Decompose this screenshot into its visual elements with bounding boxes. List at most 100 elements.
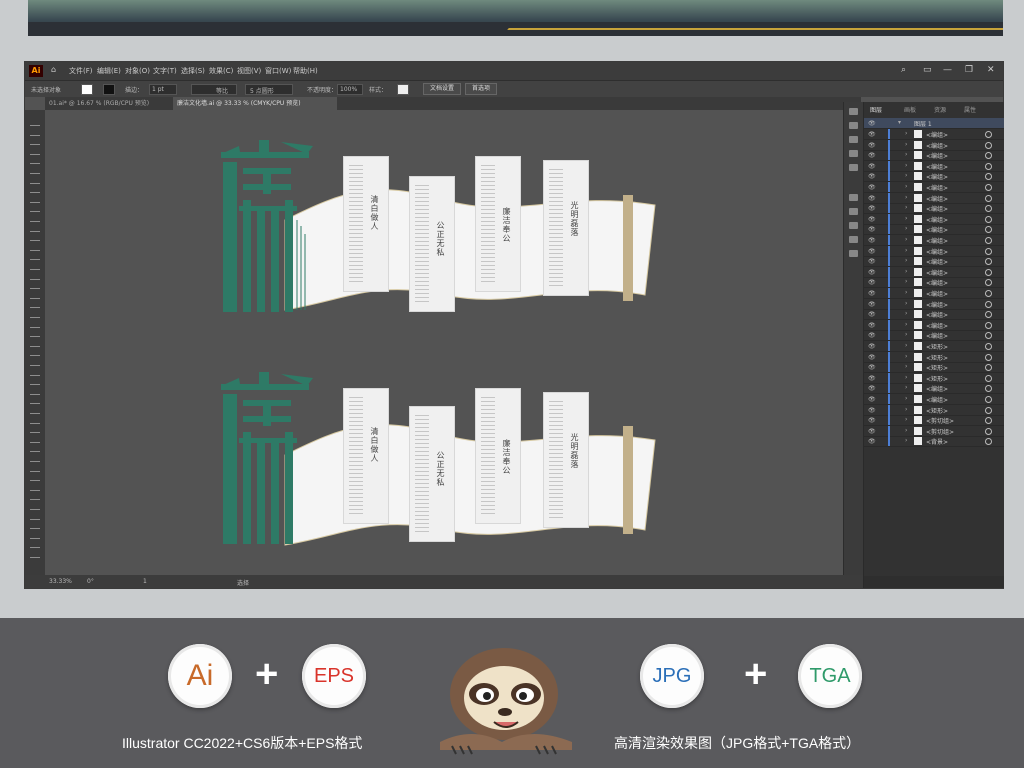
- chevron-right-icon[interactable]: ›: [905, 141, 907, 148]
- tool-icon[interactable]: [30, 492, 40, 501]
- panel-icon[interactable]: [849, 122, 858, 129]
- chevron-right-icon[interactable]: ›: [905, 278, 907, 285]
- tool-icon[interactable]: [30, 531, 40, 539]
- target-icon[interactable]: [985, 131, 992, 138]
- panel-icon[interactable]: [849, 236, 858, 243]
- layer-row[interactable]: 👁 › <编组>: [864, 150, 1004, 162]
- chevron-right-icon[interactable]: ›: [905, 342, 907, 349]
- chevron-down-icon[interactable]: ▾: [898, 119, 901, 126]
- menu-select[interactable]: 选择(S): [181, 66, 205, 76]
- zoom-level[interactable]: 33.33%: [49, 578, 72, 585]
- tool-icon[interactable]: [30, 185, 40, 194]
- layer-row[interactable]: 👁 › <编组>: [864, 171, 1004, 183]
- menu-type[interactable]: 文字(T): [153, 66, 177, 76]
- chevron-right-icon[interactable]: ›: [905, 215, 907, 222]
- target-icon[interactable]: [985, 364, 992, 372]
- menu-view[interactable]: 视图(V): [237, 66, 261, 76]
- tool-icon[interactable]: [30, 147, 40, 155]
- menu-file[interactable]: 文件(F): [69, 66, 93, 76]
- stroke-profile-select[interactable]: 等比: [191, 84, 237, 95]
- tab-document-1[interactable]: 01.ai* @ 16.67 % (RGB/CPU 预览): [45, 97, 175, 110]
- menu-window[interactable]: 窗口(W): [265, 66, 291, 76]
- tool-icon[interactable]: [30, 521, 40, 530]
- tool-icon[interactable]: [30, 473, 40, 482]
- home-icon[interactable]: ⌂: [51, 65, 56, 74]
- eye-icon[interactable]: 👁: [868, 322, 876, 329]
- layer-row[interactable]: 👁 › <编组>: [864, 235, 1004, 246]
- layer-row[interactable]: 👁 › <矩形>: [864, 362, 1004, 374]
- target-icon[interactable]: [985, 438, 992, 446]
- chevron-right-icon[interactable]: ›: [905, 268, 907, 275]
- tool-icon[interactable]: [30, 377, 40, 386]
- target-icon[interactable]: [985, 268, 992, 276]
- chevron-right-icon[interactable]: ›: [905, 321, 907, 328]
- tool-icon[interactable]: [30, 281, 40, 290]
- chevron-right-icon[interactable]: ›: [905, 395, 907, 402]
- target-icon[interactable]: [985, 332, 992, 340]
- layer-row[interactable]: 👁 › <编组>: [864, 192, 1004, 204]
- tab-layers[interactable]: 图层: [870, 105, 882, 114]
- tool-icon[interactable]: [30, 435, 40, 443]
- tool-icon[interactable]: [30, 214, 40, 222]
- arrange-icon[interactable]: ▭: [923, 65, 932, 75]
- chevron-right-icon[interactable]: ›: [905, 437, 907, 444]
- target-icon[interactable]: [985, 396, 992, 403]
- tool-icon[interactable]: [30, 550, 40, 558]
- tool-icon[interactable]: [30, 195, 40, 203]
- chevron-right-icon[interactable]: ›: [905, 172, 907, 179]
- chevron-right-icon[interactable]: ›: [905, 416, 907, 423]
- eye-icon[interactable]: 👁: [868, 184, 876, 191]
- tab-artboards[interactable]: 画板: [904, 105, 916, 114]
- panel-icon[interactable]: [849, 222, 858, 229]
- layer-row[interactable]: 👁 › <编组>: [864, 245, 1004, 257]
- target-icon[interactable]: [985, 247, 992, 255]
- eye-icon[interactable]: 👁: [868, 290, 876, 297]
- target-icon[interactable]: [985, 406, 992, 414]
- layer-row[interactable]: 👁 › <编组>: [864, 383, 1004, 395]
- tool-icon[interactable]: [30, 406, 40, 414]
- target-icon[interactable]: [985, 237, 992, 244]
- target-icon[interactable]: [985, 290, 992, 297]
- chevron-right-icon[interactable]: ›: [905, 130, 907, 137]
- eye-icon[interactable]: 👁: [868, 237, 876, 244]
- eye-icon[interactable]: 👁: [868, 428, 876, 435]
- eye-icon[interactable]: 👁: [868, 311, 876, 318]
- target-icon[interactable]: [985, 141, 992, 149]
- eye-icon[interactable]: 👁: [868, 226, 876, 233]
- tool-icon[interactable]: [30, 291, 40, 299]
- target-icon[interactable]: [985, 205, 992, 213]
- tool-icon[interactable]: [30, 483, 40, 491]
- layer-row[interactable]: 👁 › <编组>: [864, 309, 1004, 321]
- layer-row[interactable]: 👁 › <矩形>: [864, 372, 1004, 384]
- tool-icon[interactable]: [30, 204, 40, 213]
- panel-icon[interactable]: [849, 150, 858, 157]
- eye-icon[interactable]: 👁: [868, 279, 876, 286]
- panel-icon[interactable]: [849, 208, 858, 215]
- chevron-right-icon[interactable]: ›: [905, 310, 907, 317]
- menu-help[interactable]: 帮助(H): [293, 66, 318, 76]
- tool-icon[interactable]: [30, 166, 40, 174]
- eye-icon[interactable]: 👁: [868, 343, 876, 350]
- chevron-right-icon[interactable]: ›: [905, 384, 907, 391]
- tab-assets[interactable]: 资源: [934, 105, 946, 114]
- menu-object[interactable]: 对象(O): [125, 66, 150, 76]
- chevron-right-icon[interactable]: ›: [905, 363, 907, 370]
- chevron-right-icon[interactable]: ›: [905, 151, 907, 158]
- target-icon[interactable]: [985, 173, 992, 181]
- chevron-right-icon[interactable]: ›: [905, 406, 907, 413]
- tool-icon[interactable]: [30, 454, 40, 462]
- tool-icon[interactable]: [30, 464, 40, 472]
- layer-row[interactable]: 👁 › <背景>: [864, 436, 1004, 448]
- chevron-right-icon[interactable]: ›: [905, 374, 907, 381]
- menu-edit[interactable]: 编辑(E): [97, 66, 121, 76]
- eye-icon[interactable]: 👁: [868, 195, 876, 202]
- tool-icon[interactable]: [30, 502, 40, 510]
- target-icon[interactable]: [985, 184, 992, 191]
- close-button[interactable]: ✕: [987, 65, 995, 75]
- document-setup-button[interactable]: 文档设置: [423, 83, 461, 95]
- chevron-right-icon[interactable]: ›: [905, 162, 907, 169]
- target-icon[interactable]: [985, 385, 992, 393]
- tool-icon[interactable]: [30, 262, 40, 270]
- panel-icon[interactable]: [849, 250, 858, 257]
- tool-icon[interactable]: [30, 176, 40, 184]
